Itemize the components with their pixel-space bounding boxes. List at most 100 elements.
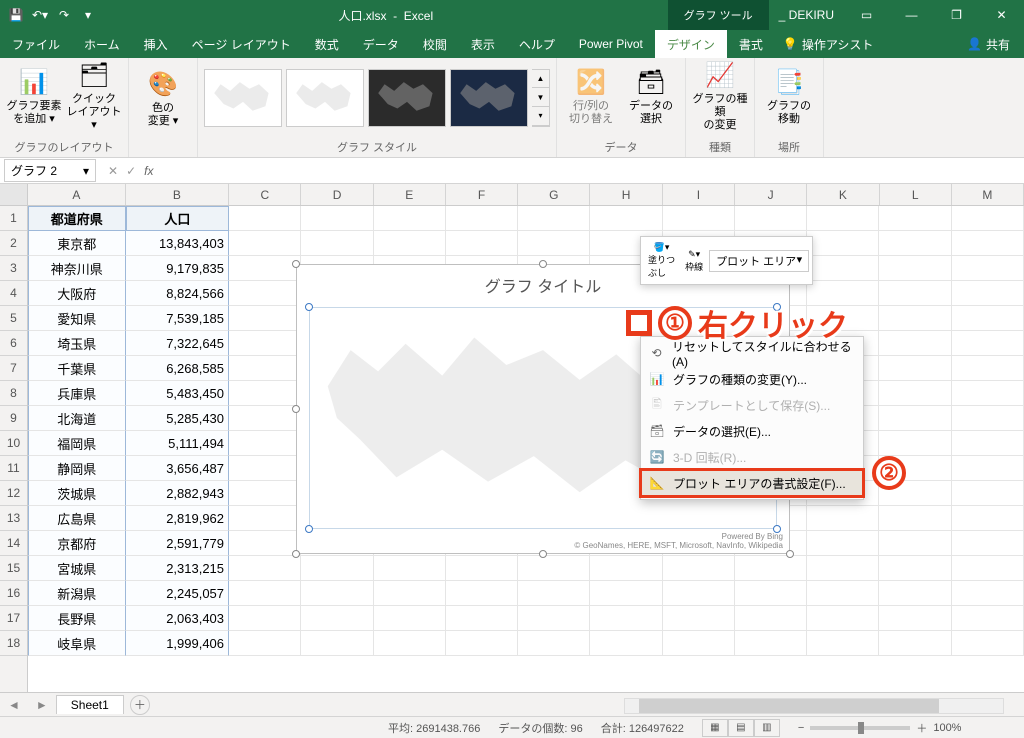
cell[interactable]: 茨城県 xyxy=(28,481,126,506)
resize-handle[interactable] xyxy=(292,405,300,413)
cell[interactable] xyxy=(374,556,446,581)
cell[interactable] xyxy=(879,306,951,331)
cell[interactable] xyxy=(229,531,301,556)
cell[interactable]: 大阪府 xyxy=(28,281,126,306)
cell[interactable] xyxy=(807,531,879,556)
sheet-nav-prev[interactable]: ◄ xyxy=(0,698,28,712)
cell[interactable] xyxy=(952,381,1024,406)
resize-handle[interactable] xyxy=(539,260,547,268)
save-icon[interactable]: 💾 xyxy=(8,7,24,23)
ctx-select-data[interactable]: 🗃データの選択(E)... xyxy=(641,418,863,444)
cell[interactable] xyxy=(807,556,879,581)
cell[interactable] xyxy=(301,206,373,231)
row-header[interactable]: 13 xyxy=(0,506,27,531)
tab-insert[interactable]: 挿入 xyxy=(132,30,180,58)
col-header[interactable]: B xyxy=(126,184,230,205)
cell[interactable] xyxy=(229,406,301,431)
cell[interactable] xyxy=(518,556,590,581)
col-header[interactable]: I xyxy=(663,184,735,205)
cell[interactable] xyxy=(446,206,518,231)
quick-layout-button[interactable]: 🗂クイック レイアウト ▾ xyxy=(66,62,122,132)
row-header[interactable]: 11 xyxy=(0,456,27,481)
ctx-change-chart-type[interactable]: 📊グラフの種類の変更(Y)... xyxy=(641,366,863,392)
cell[interactable] xyxy=(879,581,951,606)
cell[interactable] xyxy=(301,581,373,606)
row-header[interactable]: 7 xyxy=(0,356,27,381)
cell[interactable] xyxy=(879,606,951,631)
cell[interactable] xyxy=(735,556,807,581)
new-sheet-button[interactable]: ＋ xyxy=(130,695,150,715)
resize-handle[interactable] xyxy=(539,550,547,558)
ctx-format-plot-area[interactable]: 📐プロット エリアの書式設定(F)... xyxy=(641,470,863,496)
cell[interactable] xyxy=(879,381,951,406)
col-header[interactable]: H xyxy=(590,184,662,205)
cell[interactable] xyxy=(374,231,446,256)
cell[interactable]: 5,483,450 xyxy=(126,381,229,406)
sheet-nav-next[interactable]: ► xyxy=(28,698,56,712)
cell[interactable] xyxy=(374,206,446,231)
cell[interactable] xyxy=(229,431,301,456)
cell[interactable] xyxy=(807,206,879,231)
cell[interactable] xyxy=(952,231,1024,256)
cell[interactable] xyxy=(374,581,446,606)
tab-help[interactable]: ヘルプ xyxy=(507,30,567,58)
cancel-formula-icon[interactable]: ✕ xyxy=(108,164,118,178)
cell[interactable] xyxy=(879,431,951,456)
cell[interactable]: 2,313,215 xyxy=(126,556,229,581)
cell[interactable] xyxy=(229,631,301,656)
cell[interactable] xyxy=(663,606,735,631)
cell[interactable] xyxy=(446,581,518,606)
row-header[interactable]: 5 xyxy=(0,306,27,331)
cell[interactable]: 岐阜県 xyxy=(28,631,126,656)
qat-more-icon[interactable]: ▾ xyxy=(80,7,96,23)
cell[interactable] xyxy=(663,581,735,606)
row-header[interactable]: 3 xyxy=(0,256,27,281)
cell[interactable] xyxy=(807,256,879,281)
cell[interactable] xyxy=(590,581,662,606)
cell[interactable] xyxy=(879,356,951,381)
cell[interactable] xyxy=(952,631,1024,656)
formula-input[interactable] xyxy=(161,161,1024,180)
cell[interactable] xyxy=(229,356,301,381)
chevron-down-icon[interactable]: ▾ xyxy=(83,164,89,178)
chart-styles-more[interactable]: ▲▼▾ xyxy=(532,69,550,127)
cell[interactable] xyxy=(518,231,590,256)
cell[interactable]: 2,591,779 xyxy=(126,531,229,556)
resize-handle[interactable] xyxy=(292,550,300,558)
row-header[interactable]: 1 xyxy=(0,206,27,231)
cell[interactable] xyxy=(663,556,735,581)
cell[interactable]: 福岡県 xyxy=(28,431,126,456)
cell[interactable] xyxy=(229,481,301,506)
row-header[interactable]: 2 xyxy=(0,231,27,256)
cell[interactable] xyxy=(879,206,951,231)
cell[interactable] xyxy=(518,581,590,606)
row-header[interactable]: 14 xyxy=(0,531,27,556)
tab-file[interactable]: ファイル xyxy=(0,30,72,58)
outline-button[interactable]: ✎▾枠線 xyxy=(681,247,707,275)
cell[interactable]: 神奈川県 xyxy=(28,256,126,281)
col-header[interactable]: E xyxy=(374,184,446,205)
tab-design[interactable]: デザイン xyxy=(655,30,727,58)
cell[interactable]: 8,824,566 xyxy=(126,281,229,306)
col-header[interactable]: F xyxy=(446,184,518,205)
tab-format[interactable]: 書式 xyxy=(727,30,775,58)
cell[interactable] xyxy=(735,606,807,631)
cell[interactable] xyxy=(879,531,951,556)
tab-home[interactable]: ホーム xyxy=(72,30,132,58)
cell[interactable] xyxy=(229,256,301,281)
cell[interactable]: 6,268,585 xyxy=(126,356,229,381)
tab-data[interactable]: データ xyxy=(351,30,411,58)
cell[interactable]: 5,285,430 xyxy=(126,406,229,431)
cell[interactable] xyxy=(229,606,301,631)
cell[interactable] xyxy=(229,306,301,331)
cell[interactable] xyxy=(229,581,301,606)
cell[interactable] xyxy=(952,256,1024,281)
cell[interactable] xyxy=(952,481,1024,506)
change-chart-type-button[interactable]: 📈グラフの種類 の変更 xyxy=(692,62,748,132)
cell[interactable] xyxy=(952,281,1024,306)
sheet-tab[interactable]: Sheet1 xyxy=(56,695,124,714)
cell[interactable] xyxy=(518,606,590,631)
cell[interactable]: 長野県 xyxy=(28,606,126,631)
tab-powerpivot[interactable]: Power Pivot xyxy=(567,30,655,58)
cell[interactable] xyxy=(229,556,301,581)
